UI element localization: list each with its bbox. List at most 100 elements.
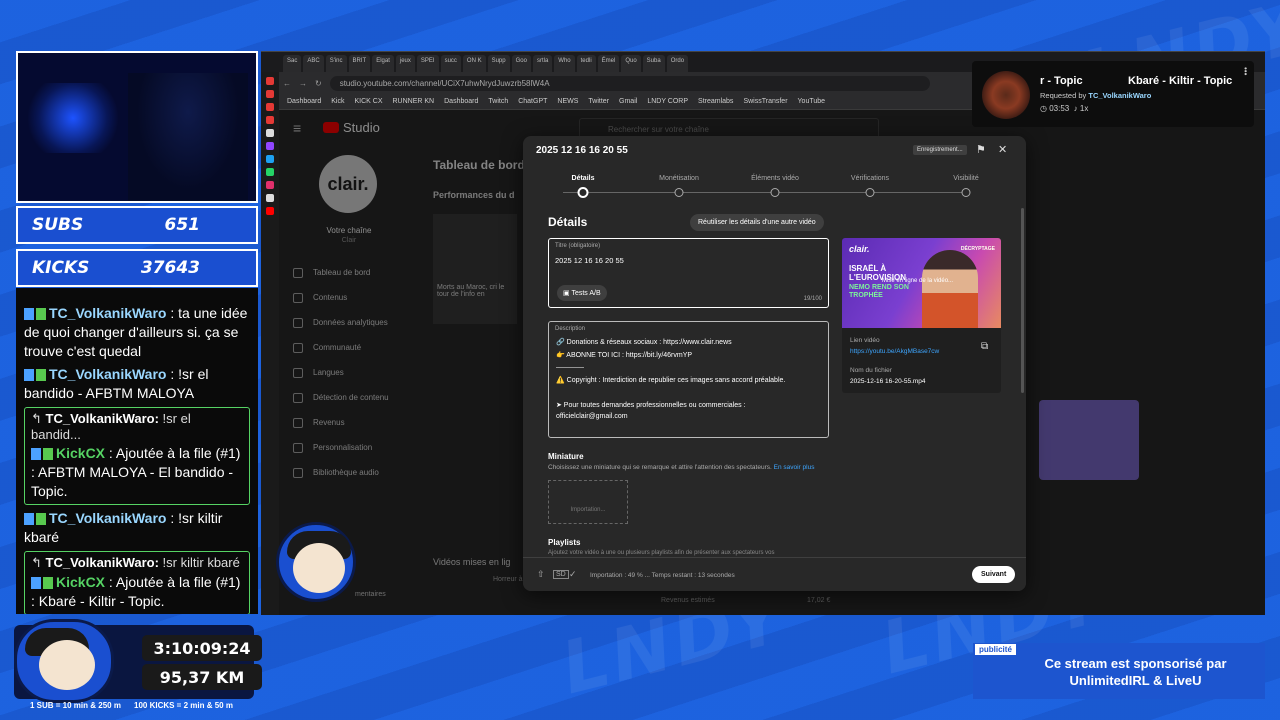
close-icon[interactable]: ✕ <box>998 143 1007 156</box>
back-icon[interactable]: ← <box>283 79 291 88</box>
more-icon: ••• <box>1241 67 1250 76</box>
twitch-icon[interactable] <box>266 142 274 150</box>
mascot-face <box>293 543 345 593</box>
browser-tab[interactable]: Sac <box>283 55 302 72</box>
description-line: ➤ Pour toutes demandes professionnelles … <box>556 402 746 409</box>
thumbnail-description-text: Choisissez une miniature qui se remarque… <box>548 464 772 471</box>
title-input[interactable]: 2025 12 16 16 20 55 <box>555 256 624 265</box>
video-preview[interactable]: clair. DÉCRYPTAGE ISRAËL À L'EUROVISION … <box>842 238 1001 328</box>
title-field[interactable]: Titre (obligatoire) 2025 12 16 16 20 55 … <box>548 238 829 308</box>
reply-user[interactable]: TC_VolkanikWaro: <box>46 555 159 570</box>
forward-icon[interactable]: → <box>299 79 307 88</box>
bookmark-item[interactable]: NEWS <box>557 98 578 105</box>
reuse-details-button[interactable]: Réutiliser les détails d'une autre vidéo <box>690 214 824 231</box>
sidebar-app-icon[interactable] <box>266 90 274 98</box>
browser-tab[interactable]: Who <box>554 55 575 72</box>
step-details[interactable]: Détails <box>572 175 595 182</box>
instagram-icon[interactable] <box>266 181 274 189</box>
preview-upload-status: Mise en ligne de la vidéo... <box>882 278 954 284</box>
ab-test-button[interactable]: ▣ Tests A/B <box>557 285 607 301</box>
file-name-label: Nom du fichier <box>850 367 892 374</box>
browser-tab[interactable]: Émel <box>597 55 620 72</box>
youtube-icon[interactable] <box>266 207 274 215</box>
browser-tab[interactable]: Supp <box>487 55 510 72</box>
description-line: officielclair@gmail.com <box>556 413 628 420</box>
step-checks[interactable]: Vérifications <box>851 175 889 182</box>
ab-test-label: Tests A/B <box>571 290 601 297</box>
browser-tab[interactable]: BRIT <box>348 55 371 72</box>
chat-badges-icon <box>24 369 46 382</box>
bookmark-item[interactable]: Gmail <box>619 98 637 105</box>
x-icon[interactable] <box>266 194 274 202</box>
reply-user[interactable]: TC_VolkanikWaro: <box>46 411 159 426</box>
step-visibility[interactable]: Visibilité <box>953 175 979 182</box>
browser-tab[interactable]: Elgat <box>372 55 394 72</box>
upload-dialog: 2025 12 16 16 20 55 Enregistrement... ⚑ … <box>523 136 1026 591</box>
step-monetization[interactable]: Monétisation <box>659 175 699 182</box>
bookmark-item[interactable]: ChatGPT <box>518 98 547 105</box>
webcam-feed <box>16 51 258 203</box>
description-line: 👉 ABONNE TOI ICI : https://bit.ly/46rvmY… <box>556 352 693 359</box>
dialog-scrollbar[interactable] <box>1021 208 1024 393</box>
browser-tab[interactable]: jeux <box>395 55 415 72</box>
bookmark-item[interactable]: YouTube <box>798 98 826 105</box>
description-line: ———— <box>556 364 584 371</box>
bot-badges-icon <box>31 448 53 461</box>
next-button[interactable]: Suivant <box>972 566 1016 583</box>
thumbnail-upload-box[interactable]: Importation... <box>548 480 628 524</box>
chat-panel: TC_VolkanikWaro : ta une idée de quoi ch… <box>16 288 258 614</box>
bookmark-item[interactable]: Streamlabs <box>698 98 733 105</box>
browser-tab[interactable]: Goo <box>511 55 531 72</box>
bookmark-item[interactable]: Dashboard <box>444 98 478 105</box>
bot-username[interactable]: KickCX <box>56 445 105 461</box>
subs-value: 651 <box>164 215 201 235</box>
chat-username[interactable]: TC_VolkanikWaro <box>49 510 166 526</box>
chat-username[interactable]: TC_VolkanikWaro <box>49 366 166 382</box>
browser-tab[interactable]: ON K <box>462 55 486 72</box>
whatsapp-icon[interactable] <box>266 168 274 176</box>
browser-tab[interactable]: succ <box>440 55 461 72</box>
learn-more-link[interactable]: En savoir plus <box>774 464 815 471</box>
video-preview-card: clair. DÉCRYPTAGE ISRAËL À L'EUROVISION … <box>842 238 1001 393</box>
reply-context: ↰ TC_VolkanikWaro: !sr el bandid... <box>31 411 191 442</box>
feedback-icon[interactable]: ⚑ <box>976 143 986 156</box>
browser-tab[interactable]: srtla <box>532 55 553 72</box>
bookmark-item[interactable]: KICK CX <box>354 98 382 105</box>
sponsor-banner: publicité Ce stream est sponsorisé par U… <box>973 643 1265 699</box>
bookmark-item[interactable]: Kick <box>331 98 344 105</box>
title-label: Titre (obligatoire) <box>555 243 601 249</box>
sidebar-app-icon[interactable] <box>266 103 274 111</box>
bookmark-item[interactable]: RUNNER KN <box>393 98 435 105</box>
step-video-elements[interactable]: Éléments vidéo <box>751 175 799 182</box>
sidebar-app-icon[interactable] <box>266 77 274 85</box>
bookmark-item[interactable]: Dashboard <box>287 98 321 105</box>
mascot-face <box>39 640 95 690</box>
browser-tab[interactable]: SPEI <box>416 55 439 72</box>
browser-tab[interactable]: Quo <box>621 55 641 72</box>
stream-timer: 3:10:09:24 <box>142 635 262 661</box>
sidebar-app-icon[interactable] <box>266 129 274 137</box>
copy-icon[interactable]: ⧉ <box>981 341 988 352</box>
url-input[interactable]: studio.youtube.com/channel/UCiX7uhwNrydJ… <box>329 75 930 91</box>
sidebar-app-icon[interactable] <box>266 116 274 124</box>
browser-tab[interactable]: S'inc <box>325 55 347 72</box>
browser-tab[interactable]: tedli <box>576 55 596 72</box>
upload-icon: ⇧ <box>537 569 545 579</box>
description-field[interactable]: Description 🔗 Donations & réseaux sociau… <box>548 321 829 438</box>
reply-text: !sr kiltir kbaré <box>158 555 240 570</box>
reload-icon[interactable]: ↻ <box>315 79 322 88</box>
video-link[interactable]: https://youtu.be/AkgMBase7cw <box>850 348 939 355</box>
bookmark-item[interactable]: LNDY CORP <box>647 98 688 105</box>
browser-tab[interactable]: Ordo <box>666 55 689 72</box>
bookmark-item[interactable]: Twitter <box>588 98 609 105</box>
bluesky-icon[interactable] <box>266 155 274 163</box>
preview-brand: clair. <box>849 244 870 254</box>
browser-tab[interactable]: Suba <box>642 55 665 72</box>
chat-reply: ↰ TC_VolkanikWaro: !sr el bandid... Kick… <box>24 407 250 505</box>
bot-username[interactable]: KickCX <box>56 574 105 590</box>
bookmark-item[interactable]: SwissTransfer <box>743 98 787 105</box>
chat-username[interactable]: TC_VolkanikWaro <box>49 305 166 321</box>
step-dot <box>865 188 875 197</box>
bookmark-item[interactable]: Twitch <box>488 98 508 105</box>
browser-tab[interactable]: ABC <box>303 55 324 72</box>
